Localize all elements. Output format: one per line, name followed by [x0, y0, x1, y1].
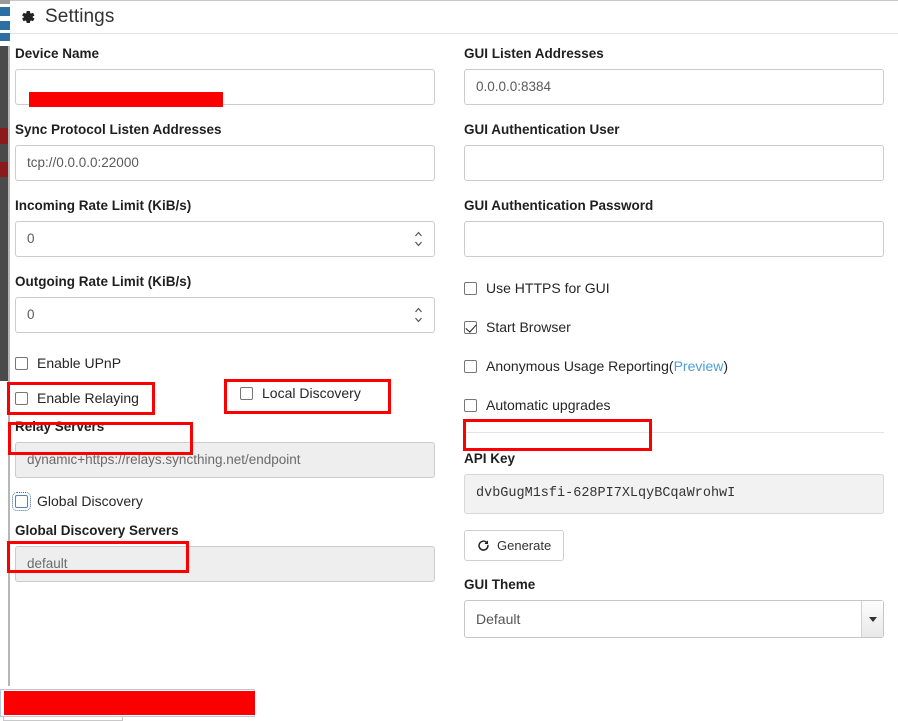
checkbox-row-use-https-for-gui[interactable]: Use HTTPS for GUI	[464, 277, 884, 299]
incoming-rate-limit-field: Incoming Rate Limit (KiB/s) 0	[15, 198, 435, 257]
gui-theme-label: GUI Theme	[464, 577, 536, 592]
global-discovery-servers-input[interactable]: default	[15, 546, 435, 582]
device-name-redaction	[29, 92, 223, 107]
enable-relaying-label: Enable Relaying	[37, 390, 139, 406]
anonymous-usage-reporting-label: Anonymous Usage Reporting	[486, 358, 669, 374]
outgoing-rate-limit-input[interactable]: 0	[15, 297, 435, 333]
gui-listen-addresses-label: GUI Listen Addresses	[464, 46, 604, 61]
sync-protocol-listen-addresses-label: Sync Protocol Listen Addresses	[15, 122, 222, 137]
gui-listen-addresses-input[interactable]: 0.0.0.0:8384	[464, 69, 884, 105]
checkbox-row-automatic-upgrades[interactable]: Automatic upgrades	[464, 394, 884, 416]
checkbox-row-global-discovery[interactable]: Global Discovery	[12, 490, 435, 512]
gear-icon	[18, 8, 36, 26]
window-edge-strip	[0, 0, 10, 721]
device-name-label: Device Name	[15, 46, 100, 61]
checkbox-row-enable-upnp[interactable]: Enable UPnP	[15, 352, 435, 374]
api-key-field: API Key dvbGugM1sfi-628PI7XLqyBCqaWrohwI	[464, 451, 884, 514]
api-key-input[interactable]: dvbGugM1sfi-628PI7XLqyBCqaWrohwI	[464, 474, 884, 514]
gui-theme-select[interactable]: Default	[464, 600, 884, 638]
relay-servers-input[interactable]: dynamic+https://relays.syncthing.net/end…	[15, 442, 435, 478]
start-browser-label: Start Browser	[486, 319, 571, 335]
automatic-upgrades-label: Automatic upgrades	[486, 397, 611, 413]
start-browser-checkbox[interactable]	[464, 320, 477, 334]
checkbox-row-anonymous-usage-reporting[interactable]: Anonymous Usage Reporting (Preview)	[464, 355, 884, 377]
page-header: Settings	[10, 0, 898, 33]
enable-upnp-checkbox[interactable]	[15, 356, 28, 370]
global-discovery-servers-label: Global Discovery Servers	[15, 523, 179, 538]
preview-link[interactable]: Preview	[674, 358, 724, 374]
section-divider	[464, 432, 884, 433]
bottom-field-redaction	[4, 691, 255, 715]
anonymous-usage-reporting-checkbox[interactable]	[464, 359, 477, 373]
enable-relaying-checkbox[interactable]	[15, 391, 28, 405]
bottom-cutoff-input-secondary[interactable]	[3, 716, 123, 721]
gui-authentication-password-label: GUI Authentication Password	[464, 198, 654, 213]
checkbox-row-local-discovery[interactable]: Local Discovery	[240, 382, 361, 404]
outgoing-rate-limit-label: Outgoing Rate Limit (KiB/s)	[15, 274, 192, 289]
incoming-rate-limit-label: Incoming Rate Limit (KiB/s)	[15, 198, 192, 213]
relay-servers-field: Relay Servers dynamic+https://relays.syn…	[15, 419, 435, 478]
settings-page: Settings Device Name Sync Protocol Liste…	[0, 0, 898, 721]
global-discovery-servers-field: Global Discovery Servers default	[15, 523, 435, 582]
use-https-for-gui-label: Use HTTPS for GUI	[486, 280, 610, 296]
local-discovery-checkbox[interactable]	[240, 386, 253, 400]
header-divider	[10, 33, 898, 34]
refresh-icon	[477, 539, 490, 552]
checkbox-row-enable-relaying[interactable]: Enable Relaying	[15, 387, 435, 409]
generate-api-key-button[interactable]: Generate	[464, 530, 565, 561]
gui-authentication-user-field: GUI Authentication User	[464, 122, 884, 181]
paren-close: )	[723, 358, 729, 374]
global-discovery-checkbox[interactable]	[12, 491, 31, 511]
global-discovery-label: Global Discovery	[37, 493, 143, 509]
chevron-down-icon[interactable]	[861, 601, 883, 637]
gui-authentication-password-field: GUI Authentication Password	[464, 198, 884, 257]
enable-upnp-label: Enable UPnP	[37, 355, 122, 371]
gui-theme-field: GUI Theme Default	[464, 577, 884, 638]
checkbox-row-start-browser[interactable]: Start Browser	[464, 316, 884, 338]
settings-right-column: GUI Listen Addresses 0.0.0.0:8384 GUI Au…	[464, 46, 884, 655]
gui-authentication-user-label: GUI Authentication User	[464, 122, 620, 137]
sync-protocol-listen-addresses-field: Sync Protocol Listen Addresses tcp://0.0…	[15, 122, 435, 181]
gui-authentication-password-input[interactable]	[464, 221, 884, 257]
gui-authentication-user-input[interactable]	[464, 145, 884, 181]
sync-protocol-listen-addresses-input[interactable]: tcp://0.0.0.0:22000	[15, 145, 435, 181]
page-title: Settings	[45, 6, 115, 27]
local-discovery-label: Local Discovery	[262, 385, 361, 401]
generate-button-label: Generate	[497, 538, 552, 553]
outgoing-rate-limit-field: Outgoing Rate Limit (KiB/s) 0	[15, 274, 435, 333]
use-https-for-gui-checkbox[interactable]	[464, 281, 477, 295]
gui-listen-addresses-field: GUI Listen Addresses 0.0.0.0:8384	[464, 46, 884, 105]
api-key-label: API Key	[464, 451, 516, 466]
relay-servers-label: Relay Servers	[15, 419, 105, 434]
settings-left-column: Device Name Sync Protocol Listen Address…	[12, 46, 435, 599]
incoming-rate-limit-input[interactable]: 0	[15, 221, 435, 257]
automatic-upgrades-checkbox[interactable]	[464, 398, 477, 412]
